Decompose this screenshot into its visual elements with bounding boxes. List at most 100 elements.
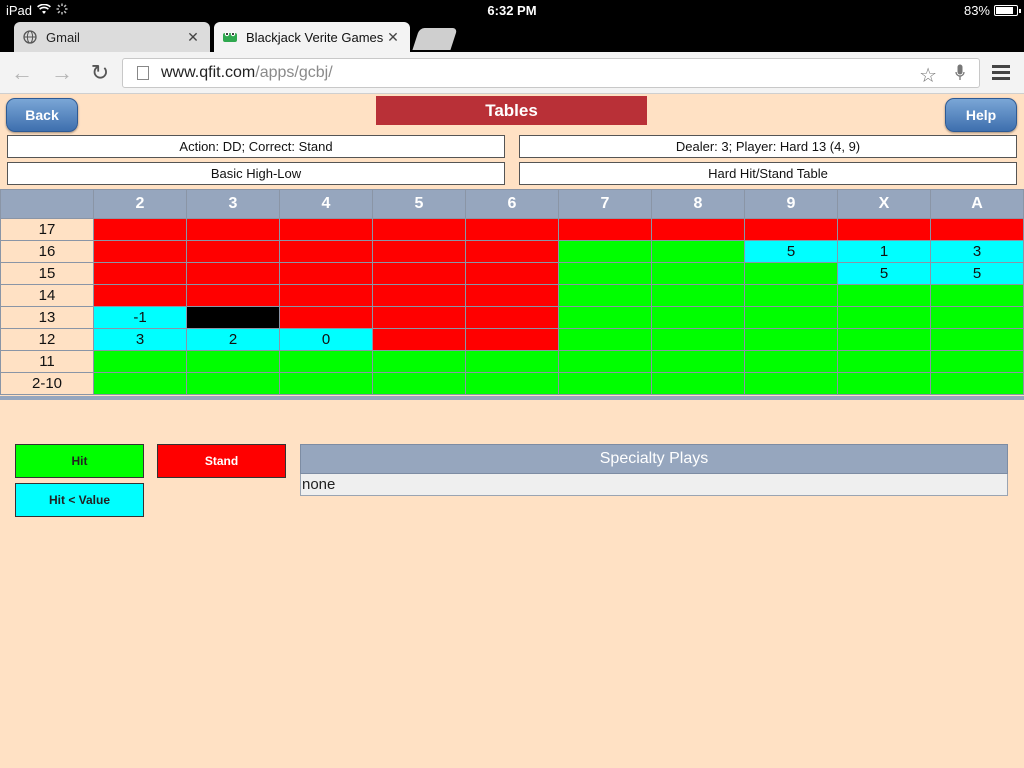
strategy-cell[interactable]	[279, 306, 373, 329]
strategy-cell[interactable]	[651, 240, 745, 263]
strategy-cell[interactable]	[279, 372, 373, 395]
strategy-cell[interactable]: 5	[837, 262, 931, 285]
strategy-cell[interactable]: 5	[930, 262, 1024, 285]
forward-arrow-icon[interactable]: →	[50, 61, 74, 85]
strategy-cell[interactable]	[744, 284, 838, 307]
strategy-cell[interactable]	[279, 240, 373, 263]
strategy-cell[interactable]	[93, 372, 187, 395]
strategy-cell[interactable]	[186, 284, 280, 307]
strategy-cell[interactable]: 1	[837, 240, 931, 263]
strategy-cell[interactable]	[186, 240, 280, 263]
strategy-cell[interactable]	[465, 306, 559, 329]
strategy-cell[interactable]: 3	[93, 328, 187, 351]
strategy-cell[interactable]	[744, 350, 838, 373]
strategy-cell[interactable]	[372, 372, 466, 395]
strategy-cell[interactable]	[930, 284, 1024, 307]
strategy-cell[interactable]	[372, 284, 466, 307]
player-total-label: 11	[0, 350, 94, 373]
strategy-cell[interactable]	[930, 372, 1024, 395]
microphone-icon[interactable]	[955, 64, 965, 82]
strategy-cell[interactable]	[558, 328, 652, 351]
strategy-cell[interactable]	[744, 218, 838, 241]
back-button[interactable]: Back	[6, 98, 78, 132]
strategy-cell[interactable]	[279, 218, 373, 241]
strategy-cell[interactable]	[465, 240, 559, 263]
strategy-cell[interactable]	[837, 350, 931, 373]
strategy-cell[interactable]	[558, 350, 652, 373]
menu-icon[interactable]	[992, 65, 1010, 81]
strategy-cell[interactable]	[372, 328, 466, 351]
strategy-cell[interactable]	[651, 306, 745, 329]
strategy-cell[interactable]	[837, 218, 931, 241]
strategy-cell[interactable]	[93, 218, 187, 241]
strategy-cell[interactable]	[558, 240, 652, 263]
strategy-cell[interactable]	[651, 284, 745, 307]
strategy-cell[interactable]	[837, 284, 931, 307]
strategy-cell[interactable]	[372, 350, 466, 373]
strategy-cell[interactable]	[186, 262, 280, 285]
strategy-cell[interactable]	[465, 262, 559, 285]
strategy-cell[interactable]: 5	[744, 240, 838, 263]
strategy-cell[interactable]	[651, 350, 745, 373]
reload-icon[interactable]: ↻	[88, 61, 112, 85]
strategy-cell[interactable]	[279, 284, 373, 307]
strategy-cell[interactable]	[837, 372, 931, 395]
specialty-plays-value: none	[300, 474, 1008, 496]
strategy-cell[interactable]	[372, 218, 466, 241]
strategy-cell[interactable]	[372, 306, 466, 329]
bookmark-star-icon[interactable]: ☆	[919, 63, 937, 88]
strategy-cell[interactable]	[465, 328, 559, 351]
strategy-cell[interactable]	[558, 284, 652, 307]
close-icon[interactable]: ✕	[386, 29, 400, 46]
strategy-cell[interactable]	[93, 240, 187, 263]
tab-blackjack-verite-games[interactable]: Blackjack Verite Games ✕	[214, 22, 410, 52]
strategy-cell[interactable]	[186, 218, 280, 241]
strategy-cell[interactable]	[744, 328, 838, 351]
strategy-cell[interactable]	[372, 262, 466, 285]
legend-hit-value: Hit < Value	[15, 483, 144, 517]
address-bar[interactable]: www.qfit.com /apps/gcbj/ ☆	[122, 58, 980, 88]
strategy-cell[interactable]	[93, 350, 187, 373]
strategy-cell[interactable]	[930, 350, 1024, 373]
strategy-cell[interactable]	[279, 350, 373, 373]
strategy-cell[interactable]	[837, 328, 931, 351]
strategy-cell[interactable]	[558, 218, 652, 241]
help-button[interactable]: Help	[945, 98, 1017, 132]
strategy-cell[interactable]	[930, 306, 1024, 329]
strategy-cell[interactable]: 3	[930, 240, 1024, 263]
action-info: Action: DD; Correct: Stand	[7, 135, 505, 158]
strategy-cell[interactable]	[465, 218, 559, 241]
new-tab-button[interactable]	[412, 28, 458, 50]
strategy-cell[interactable]: 2	[186, 328, 280, 351]
strategy-cell[interactable]	[465, 372, 559, 395]
strategy-cell[interactable]: -1	[93, 306, 187, 329]
strategy-cell[interactable]	[558, 262, 652, 285]
tab-gmail[interactable]: Gmail ✕	[14, 22, 210, 52]
strategy-cell[interactable]	[558, 306, 652, 329]
strategy-cell[interactable]	[186, 372, 280, 395]
strategy-cell[interactable]	[93, 262, 187, 285]
strategy-cell[interactable]	[186, 306, 280, 329]
strategy-cell[interactable]	[930, 328, 1024, 351]
strategy-cell[interactable]	[837, 306, 931, 329]
strategy-cell[interactable]	[93, 284, 187, 307]
strategy-cell[interactable]	[744, 306, 838, 329]
strategy-cell[interactable]	[651, 218, 745, 241]
strategy-cell[interactable]	[465, 284, 559, 307]
strategy-cell[interactable]	[651, 262, 745, 285]
back-arrow-icon[interactable]: ←	[10, 61, 34, 85]
grid-header-row: 23456789XA	[0, 189, 1024, 219]
strategy-cell[interactable]	[465, 350, 559, 373]
strategy-cell[interactable]	[651, 328, 745, 351]
strategy-cell[interactable]	[186, 350, 280, 373]
strategy-cell[interactable]	[651, 372, 745, 395]
strategy-cell[interactable]	[744, 262, 838, 285]
strategy-cell[interactable]	[279, 262, 373, 285]
strategy-cell[interactable]	[558, 372, 652, 395]
close-icon[interactable]: ✕	[186, 29, 200, 46]
strategy-cell[interactable]	[372, 240, 466, 263]
strategy-cell[interactable]: 0	[279, 328, 373, 351]
dealer-column-header: 9	[744, 189, 838, 219]
strategy-cell[interactable]	[744, 372, 838, 395]
strategy-cell[interactable]	[930, 218, 1024, 241]
